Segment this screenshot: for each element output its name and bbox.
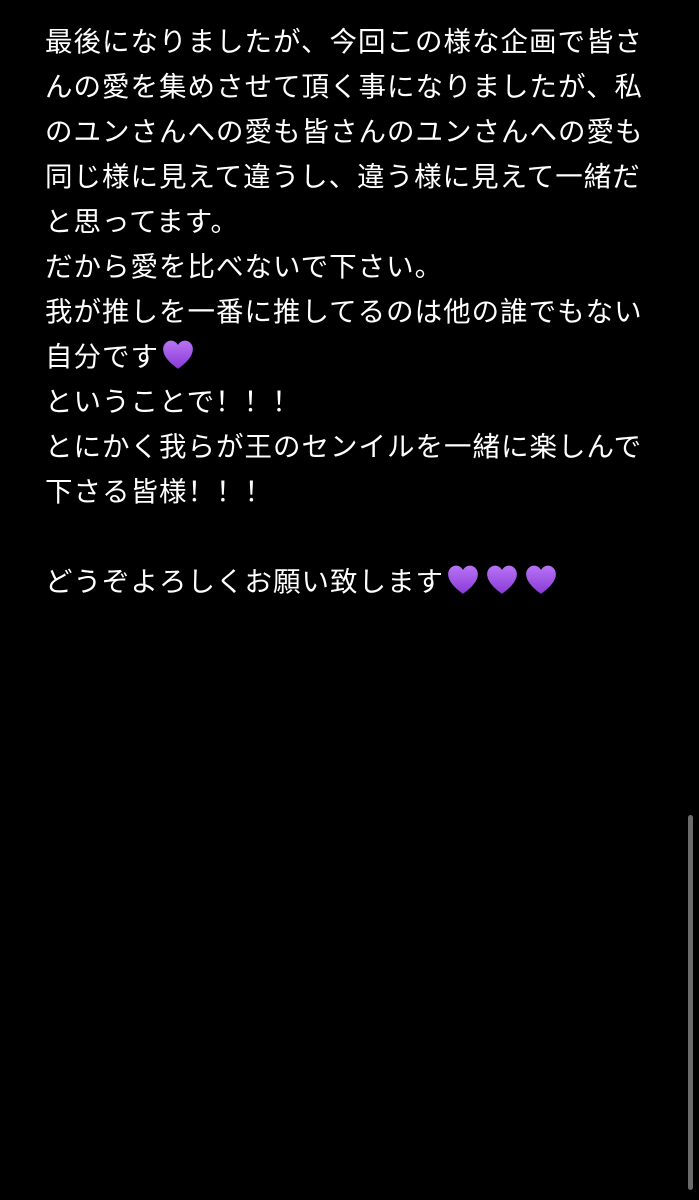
purple-heart-icon xyxy=(524,563,558,597)
note-line: ということで！！！ xyxy=(45,386,301,418)
note-line: 我が推しを一番に推してるのは他の誰でもない xyxy=(45,296,643,328)
note-line: だから愛を比べないで下さい。 xyxy=(45,251,444,283)
note-line: んの愛を集めさせて頂く事になりましたが、私 xyxy=(45,71,643,103)
note-line: と思ってます。 xyxy=(45,206,239,238)
note-line: のユンさんへの愛も皆さんのユンさんへの愛も xyxy=(45,116,644,148)
note-line-with-heart: 自分です xyxy=(45,335,665,380)
note-line: とにかく我らが王のセンイルを一緒に楽しんで xyxy=(45,431,643,463)
note-line-text: どうぞよろしくお願い致します xyxy=(45,566,444,598)
purple-heart-icon xyxy=(485,563,519,597)
screen: 最後になりましたが、今回この様な企画で皆さ んの愛を集めさせて頂く事になりました… xyxy=(0,0,699,1200)
vertical-scrollbar[interactable] xyxy=(688,815,693,1190)
note-body[interactable]: 最後になりましたが、今回この様な企画で皆さ んの愛を集めさせて頂く事になりました… xyxy=(45,20,665,605)
note-line: 下さる皆様！！！ xyxy=(45,476,273,508)
purple-heart-icon xyxy=(446,563,480,597)
note-line: 同じ様に見えて違うし、違う様に見えて一緒だ xyxy=(45,161,641,193)
note-line: 最後になりましたが、今回この様な企画で皆さ xyxy=(45,26,643,58)
note-line-with-hearts: どうぞよろしくお願い致します xyxy=(45,560,665,605)
note-line-text: 自分です xyxy=(45,341,159,373)
purple-heart-icon xyxy=(161,338,195,372)
